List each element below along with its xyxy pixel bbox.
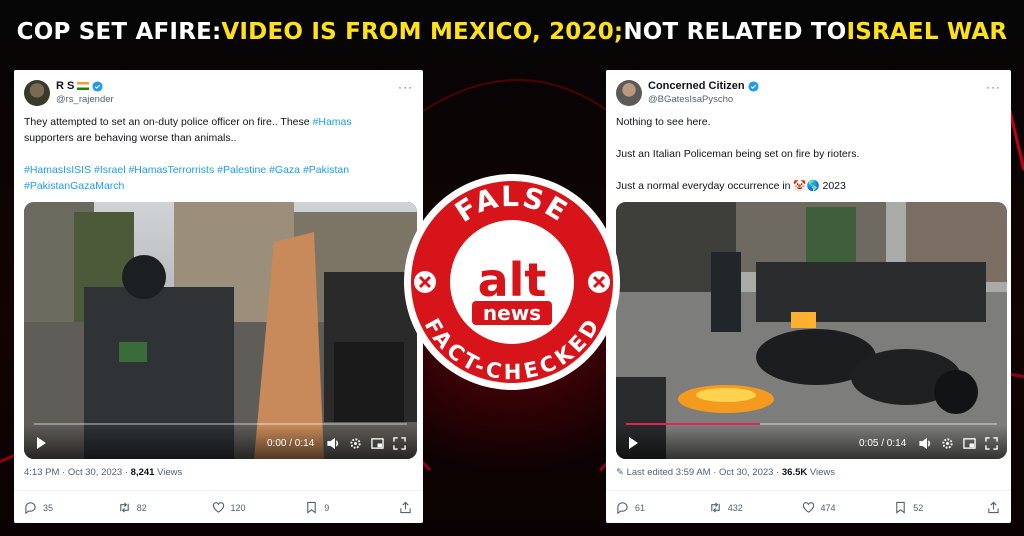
- news-logo-text: news: [483, 301, 541, 325]
- tweet-timestamp[interactable]: Last edited 3:59 AM · Oct 30, 2023 ·: [627, 467, 782, 478]
- volume-icon[interactable]: [327, 437, 340, 450]
- more-options-icon[interactable]: ···: [986, 80, 1001, 94]
- reply-button[interactable]: 35: [24, 501, 104, 514]
- views-count: 36.5K: [781, 467, 808, 478]
- reply-button[interactable]: 61: [616, 501, 696, 514]
- tweet-actions: 35 82 120 9: [24, 501, 413, 514]
- like-button[interactable]: 474: [802, 501, 882, 514]
- volume-icon[interactable]: [919, 437, 932, 450]
- repost-count: 82: [136, 502, 147, 513]
- like-count: 474: [820, 502, 836, 513]
- headline-part2: VIDEO IS FROM MEXICO, 2020;: [221, 19, 624, 45]
- heart-icon: [802, 502, 814, 513]
- tweet-timestamp[interactable]: 4:13 PM · Oct 30, 2023 ·: [24, 467, 131, 478]
- reply-count: 61: [635, 502, 646, 513]
- hashtags-line2[interactable]: #PakistanGazaMarch: [24, 178, 411, 194]
- bookmark-count: 9: [324, 502, 330, 513]
- video-frame: [616, 202, 1007, 459]
- avatar[interactable]: [24, 80, 50, 106]
- headline-part1: COP SET AFIRE:: [16, 19, 222, 45]
- video-time: 0:05 / 0:14: [859, 438, 907, 449]
- fact-check-stamp: FALSE FACT-CHECKED alt news: [404, 174, 620, 390]
- tweet-text-line1: Nothing to see here.: [616, 116, 711, 128]
- repost-icon: [119, 502, 129, 513]
- display-name[interactable]: R S: [56, 80, 103, 92]
- headline: COP SET AFIRE: VIDEO IS FROM MEXICO, 202…: [0, 0, 1024, 64]
- hashtag-link[interactable]: #Hamas: [313, 116, 352, 128]
- video-progress-fill: [626, 423, 760, 425]
- reply-icon: [617, 502, 628, 514]
- bookmark-icon: [896, 501, 906, 514]
- play-icon[interactable]: [34, 436, 48, 450]
- play-icon[interactable]: [626, 436, 640, 450]
- bookmark-button[interactable]: 52: [894, 501, 974, 514]
- display-name-text: R S: [56, 80, 75, 92]
- tweet-text-line1: They attempted to set an on-duty police …: [24, 116, 313, 128]
- settings-gear-icon[interactable]: [941, 437, 954, 450]
- tweet-card-right: Concerned Citizen @BGatesIsaPyscho ··· N…: [606, 70, 1011, 523]
- user-handle[interactable]: @BGatesIsaPyscho: [648, 94, 733, 105]
- edited-pencil-icon: ✎: [616, 467, 627, 478]
- tweet-actions: 61 432 474 52: [616, 501, 1001, 514]
- share-button[interactable]: [987, 501, 1001, 514]
- repost-button[interactable]: 432: [709, 501, 789, 514]
- headline-part4: ISRAEL WAR: [846, 19, 1008, 45]
- verified-badge-icon: [92, 80, 103, 92]
- video-frame: [24, 202, 417, 459]
- bookmark-button[interactable]: 9: [305, 501, 385, 514]
- bookmark-icon: [307, 501, 317, 514]
- avatar[interactable]: [616, 80, 642, 106]
- display-name[interactable]: Concerned Citizen: [648, 80, 759, 92]
- tweet-meta: 4:13 PM · Oct 30, 2023 · 8,241 Views: [24, 467, 182, 478]
- verified-badge-icon: [748, 80, 759, 92]
- india-flag-icon: [77, 82, 90, 90]
- more-options-icon[interactable]: ···: [398, 80, 413, 94]
- tweet-meta: ✎ Last edited 3:59 AM · Oct 30, 2023 · 3…: [616, 467, 835, 478]
- video-player[interactable]: 0:05 / 0:14: [616, 202, 1007, 459]
- like-count: 120: [230, 502, 246, 513]
- reply-icon: [25, 502, 36, 514]
- divider: [14, 490, 423, 491]
- headline-part3: NOT RELATED TO: [623, 19, 847, 45]
- tweet-text-line2: Just an Italian Policeman being set on f…: [616, 148, 860, 160]
- picture-in-picture-icon[interactable]: [371, 437, 384, 450]
- hashtags-line1[interactable]: #HamasIsISIS #Israel #HamasTerrorrists #…: [24, 162, 411, 178]
- share-button[interactable]: [399, 501, 413, 514]
- views-label: Views: [154, 467, 183, 478]
- cross-icon: [588, 271, 610, 293]
- fullscreen-icon[interactable]: [393, 437, 406, 450]
- tweet-text-line3: Just a normal everyday occurrence in 🤡🌎 …: [616, 180, 846, 192]
- divider: [606, 490, 1011, 491]
- repost-button[interactable]: 82: [118, 501, 198, 514]
- picture-in-picture-icon[interactable]: [963, 437, 976, 450]
- user-handle[interactable]: @rs_rajender: [56, 94, 114, 105]
- like-button[interactable]: 120: [212, 501, 292, 514]
- tweet-text: They attempted to set an on-duty police …: [24, 114, 411, 194]
- alt-logo-text: alt: [478, 253, 547, 307]
- display-name-text: Concerned Citizen: [648, 80, 745, 92]
- video-time: 0:00 / 0:14: [267, 438, 315, 449]
- share-icon: [988, 501, 999, 514]
- bookmark-count: 52: [913, 502, 924, 513]
- repost-icon: [710, 502, 720, 513]
- video-player[interactable]: 0:00 / 0:14: [24, 202, 417, 459]
- tweet-text: Nothing to see here. Just an Italian Pol…: [616, 114, 999, 194]
- video-icons: [327, 437, 406, 450]
- video-icons: [919, 437, 998, 450]
- reply-count: 35: [43, 502, 54, 513]
- share-icon: [400, 501, 411, 514]
- tweet-text-line2: supporters are behaving worse than anima…: [24, 132, 237, 144]
- views-count: 8,241: [130, 467, 155, 478]
- repost-count: 432: [727, 502, 743, 513]
- settings-gear-icon[interactable]: [349, 437, 362, 450]
- video-progress-bar[interactable]: [34, 423, 407, 425]
- cross-icon: [414, 271, 436, 293]
- heart-icon: [212, 502, 224, 513]
- video-progress-bar[interactable]: [626, 423, 997, 425]
- tweet-card-left: R S @rs_rajender ··· They attempted to s…: [14, 70, 423, 523]
- views-label: Views: [807, 467, 836, 478]
- fullscreen-icon[interactable]: [985, 437, 998, 450]
